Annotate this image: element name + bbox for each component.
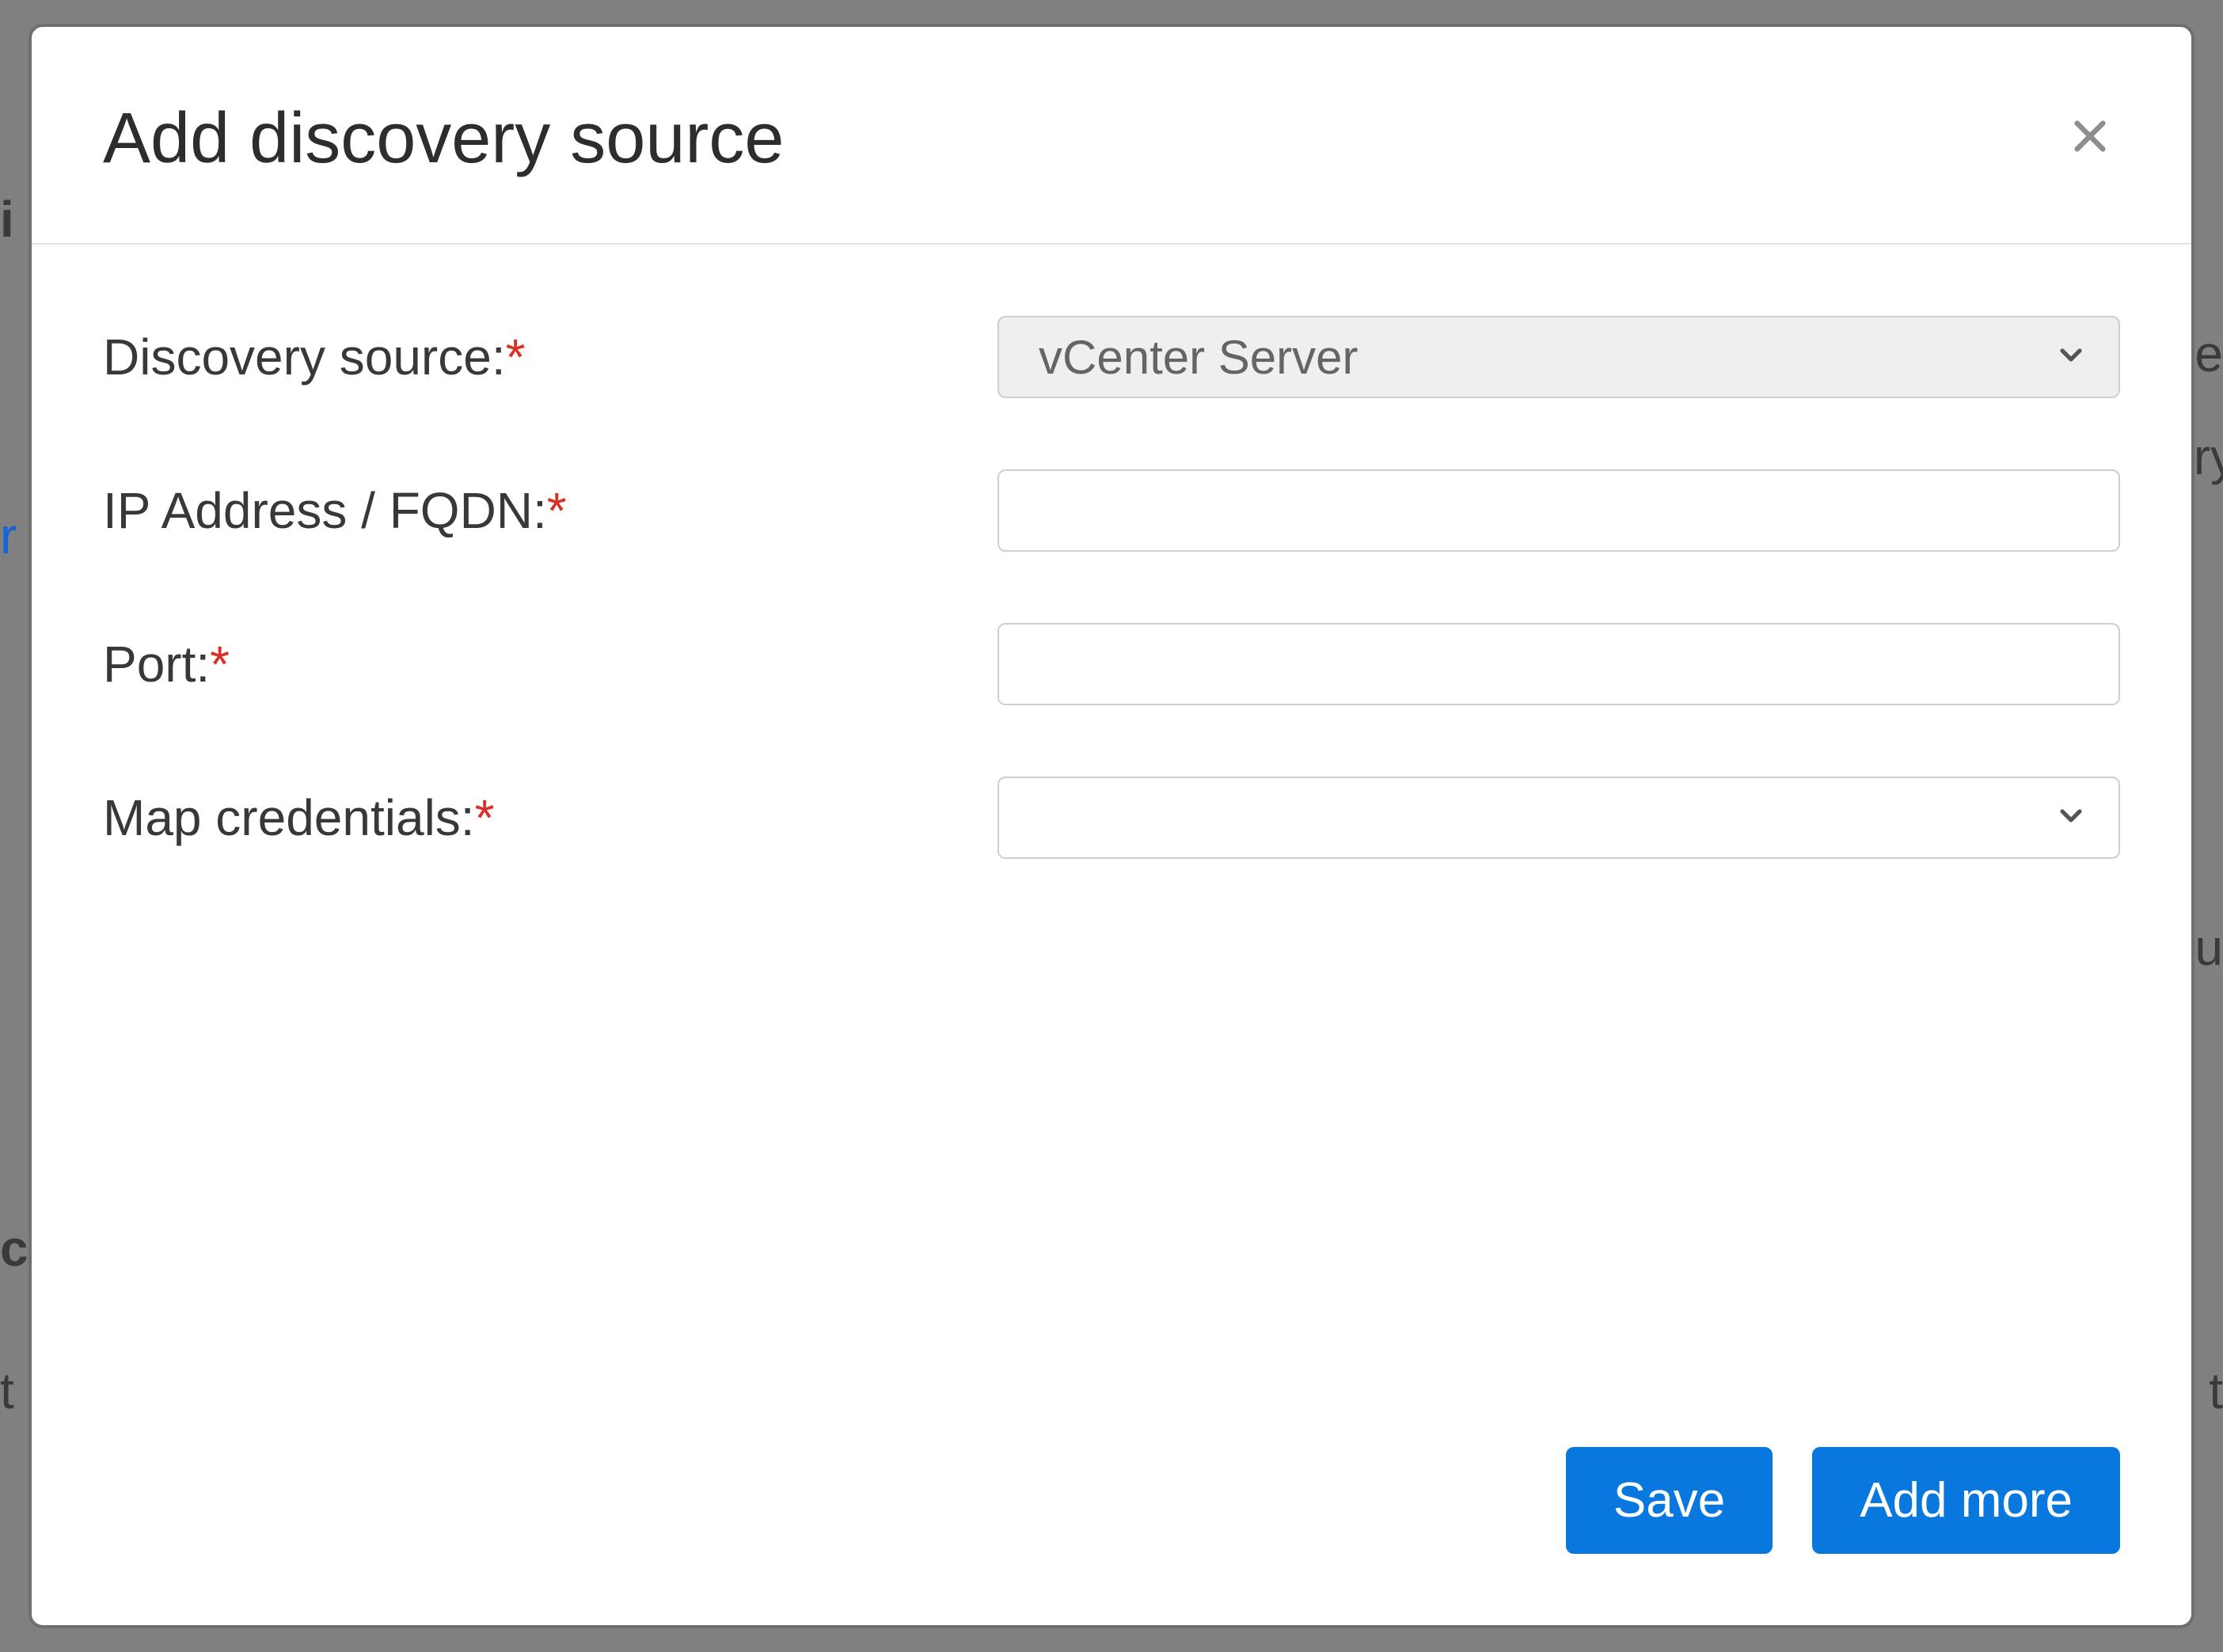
row-map-credentials: Map credentials:* (103, 777, 2120, 859)
row-discovery-source: Discovery source:* vCenter Server (103, 316, 2120, 398)
row-port: Port:* (103, 623, 2120, 705)
close-button[interactable] (2060, 111, 2120, 168)
required-asterisk: * (506, 329, 526, 385)
modal-title: Add discovery source (103, 98, 784, 180)
control-wrap-map-credentials (998, 777, 2120, 859)
close-icon (2068, 111, 2112, 168)
discovery-source-select[interactable]: vCenter Server (998, 316, 2120, 398)
label-map-credentials: Map credentials:* (103, 788, 998, 847)
control-wrap-ip-fqdn (998, 469, 2120, 552)
modal-header: Add discovery source (32, 27, 2191, 245)
backdrop-fragment: u (2194, 918, 2223, 977)
required-asterisk: * (210, 636, 230, 693)
backdrop-fragment: e (2194, 325, 2223, 383)
backdrop-fragment: i (0, 190, 14, 249)
label-discovery-source: Discovery source:* (103, 328, 998, 386)
row-ip-fqdn: IP Address / FQDN:* (103, 469, 2120, 552)
control-wrap-discovery-source: vCenter Server (998, 316, 2120, 398)
port-input[interactable] (998, 623, 2120, 705)
add-discovery-source-modal: Add discovery source Discovery source:* … (28, 24, 2194, 1628)
control-wrap-port (998, 623, 2120, 705)
backdrop-fragment: t (0, 1361, 14, 1420)
modal-footer: Save Add more (32, 1447, 2191, 1625)
label-ip-fqdn: IP Address / FQDN:* (103, 481, 998, 540)
map-credentials-select[interactable] (998, 777, 2120, 859)
label-text: Discovery source: (103, 329, 506, 385)
save-button[interactable]: Save (1566, 1447, 1773, 1554)
label-text: IP Address / FQDN: (103, 482, 547, 539)
backdrop-fragment: ry (2194, 427, 2223, 486)
modal-body: Discovery source:* vCenter Server IP Add… (32, 245, 2191, 1447)
required-asterisk: * (547, 482, 567, 539)
backdrop-fragment: c (0, 1219, 28, 1278)
add-more-button[interactable]: Add more (1812, 1447, 2120, 1554)
backdrop-fragment: r (0, 507, 17, 565)
backdrop-fragment: t (2209, 1361, 2223, 1420)
label-port: Port:* (103, 635, 998, 693)
ip-fqdn-input[interactable] (998, 469, 2120, 552)
label-text: Port: (103, 636, 210, 693)
label-text: Map credentials: (103, 789, 475, 846)
required-asterisk: * (475, 789, 495, 846)
